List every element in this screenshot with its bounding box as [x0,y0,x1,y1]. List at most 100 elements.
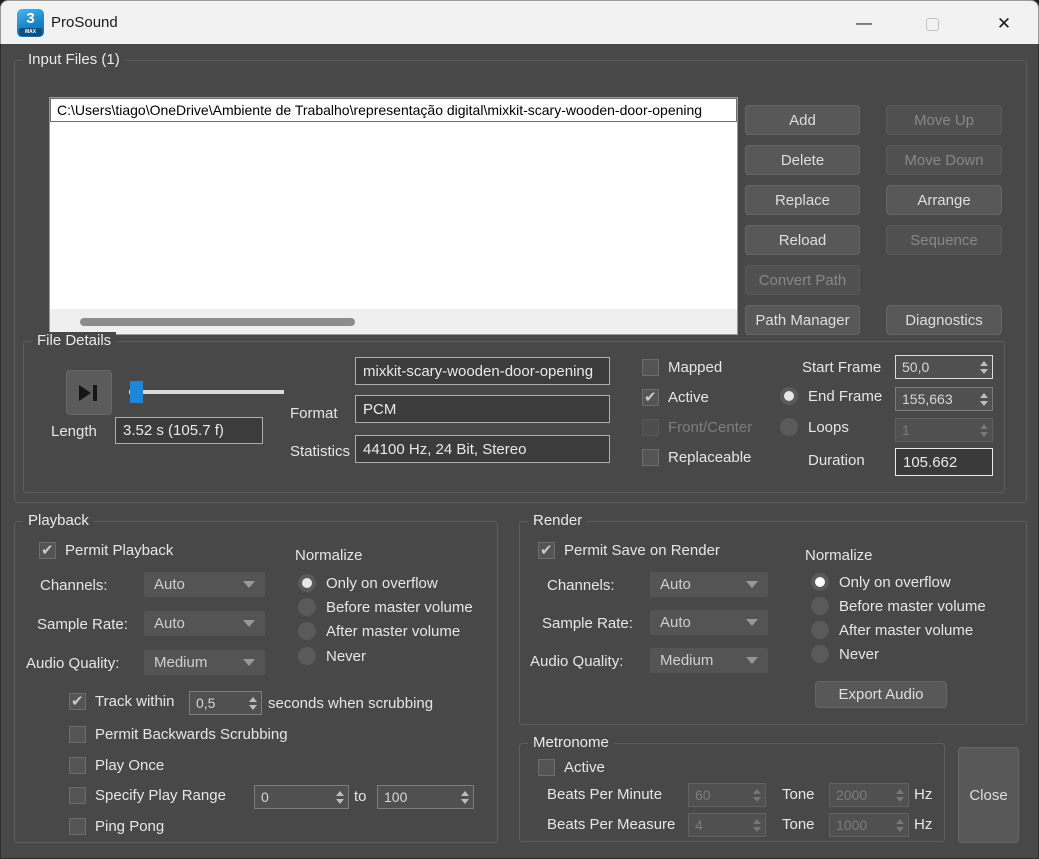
path-manager-button[interactable]: Path Manager [745,305,860,335]
track-within-checkbox[interactable] [69,693,86,710]
render-normalize-label: Normalize [805,547,873,564]
arrange-button[interactable]: Arrange [886,185,1002,215]
channels-dropdown[interactable]: Auto [144,572,265,597]
spinner-arrows-icon[interactable] [892,784,908,806]
diagnostics-button[interactable]: Diagnostics [886,305,1002,335]
move-up-button[interactable]: Move Up [886,105,1002,135]
app-icon-number: 3 [17,10,44,27]
front-center-label: Front/Center [668,419,752,436]
loops-radio[interactable] [780,418,798,436]
render-before-master-volume-label: Before master volume [839,598,986,615]
playback-position-slider[interactable] [129,390,284,394]
duration-label: Duration [808,452,865,469]
after-master-volume-radio[interactable] [298,622,316,640]
normalize-option-row: Only on overflow [298,574,438,592]
end-frame-spinner[interactable]: 155,663 [895,387,993,411]
permit-save-on-render-checkbox[interactable] [538,542,555,559]
spinner-arrows-icon[interactable] [749,814,765,836]
specify-play-range-checkbox[interactable] [69,787,86,804]
dropdown-arrow-icon [243,581,255,588]
length-field: 3.52 s (105.7 f) [115,417,263,444]
tone-spinner-2[interactable]: 1000 [829,813,909,837]
sequence-button[interactable]: Sequence [886,225,1002,255]
normalize-option-row: Only on overflow [811,573,951,591]
loops-spinner[interactable]: 1 [895,418,993,442]
never-radio[interactable] [298,647,316,665]
render-only-on-overflow-radio[interactable] [811,573,829,591]
spinner-arrows-icon[interactable] [749,784,765,806]
normalize-option-row: After master volume [298,622,460,640]
list-item[interactable]: C:\Users\tiago\OneDrive\Ambiente de Trab… [50,98,737,122]
metronome-active-checkbox[interactable] [538,759,555,776]
render-group-label: Render [528,512,587,529]
spinner-arrows-icon[interactable] [976,388,992,410]
render-channels-label: Channels: [547,577,615,594]
delete-button[interactable]: Delete [745,145,860,175]
normalize-option-row: Never [811,645,879,663]
close-button[interactable]: Close [958,747,1019,843]
spinner-arrows-icon[interactable] [892,814,908,836]
spinner-arrows-icon[interactable] [976,419,992,441]
minimize-icon: — [856,9,872,39]
sample-rate-dropdown[interactable]: Auto [144,611,265,636]
reload-button[interactable]: Reload [745,225,860,255]
permit-playback-row: Permit Playback [39,542,173,559]
audio-quality-dropdown[interactable]: Medium [144,650,265,675]
spinner-arrows-icon[interactable] [332,786,348,808]
normalize-option-row: Never [298,647,366,665]
render-never-label: Never [839,646,879,663]
close-window-button[interactable]: ✕ [981,9,1027,39]
horizontal-scrollbar[interactable] [50,309,737,334]
hz-label-1: Hz [914,786,932,803]
permit-playback-checkbox[interactable] [39,542,56,559]
metronome-active-label: Active [564,759,605,776]
convert-path-button[interactable]: Convert Path [745,265,860,295]
play-once-row: Play Once [69,757,164,774]
spinner-arrows-icon[interactable] [976,356,992,378]
horizontal-scrollbar-thumb[interactable] [80,318,355,326]
beats-per-measure-spinner[interactable]: 4 [688,813,766,837]
render-audio-quality-dropdown[interactable]: Medium [650,648,768,673]
track-within-value: 0,5 [190,692,245,714]
active-checkbox[interactable] [642,389,659,406]
replaceable-checkbox[interactable] [642,449,659,466]
spinner-arrows-icon[interactable] [245,692,261,714]
tone-value-1: 2000 [830,784,892,806]
track-within-spinner[interactable]: 0,5 [189,691,262,715]
active-checkbox-row: Active [642,389,709,406]
spinner-arrows-icon[interactable] [457,786,473,808]
beats-per-minute-spinner[interactable]: 60 [688,783,766,807]
end-frame-value: 155,663 [896,388,976,410]
export-audio-button[interactable]: Export Audio [815,681,947,708]
render-channels-dropdown[interactable]: Auto [650,572,768,597]
add-button[interactable]: Add [745,105,860,135]
hz-label-2: Hz [914,816,932,833]
front-center-checkbox[interactable] [642,419,659,436]
input-files-list[interactable]: C:\Users\tiago\OneDrive\Ambiente de Trab… [49,97,738,335]
duration-field[interactable]: 105.662 [895,448,993,476]
input-files-group: Input Files (1) C:\Users\tiago\OneDrive\… [14,60,1027,503]
minimize-button[interactable]: — [841,9,887,39]
before-master-volume-radio[interactable] [298,598,316,616]
render-never-radio[interactable] [811,645,829,663]
tone-spinner-1[interactable]: 2000 [829,783,909,807]
render-before-master-volume-radio[interactable] [811,597,829,615]
replace-button[interactable]: Replace [745,185,860,215]
range-from-spinner[interactable]: 0 [254,785,349,809]
end-frame-radio[interactable] [780,387,798,405]
range-to-spinner[interactable]: 100 [377,785,474,809]
render-sample-rate-dropdown[interactable]: Auto [650,610,768,635]
maximize-button[interactable] [909,9,955,39]
render-after-master-volume-radio[interactable] [811,621,829,639]
mapped-checkbox[interactable] [642,359,659,376]
play-once-checkbox[interactable] [69,757,86,774]
play-button[interactable] [66,370,112,415]
permit-backwards-scrubbing-checkbox[interactable] [69,726,86,743]
tone-value-2: 1000 [830,814,892,836]
start-frame-spinner[interactable]: 50,0 [895,355,993,379]
move-down-button[interactable]: Move Down [886,145,1002,175]
only-on-overflow-radio[interactable] [298,574,316,592]
slider-handle[interactable] [130,381,143,403]
ping-pong-checkbox[interactable] [69,818,86,835]
title-bar[interactable]: 3 MAX ProSound — ✕ [0,0,1039,44]
